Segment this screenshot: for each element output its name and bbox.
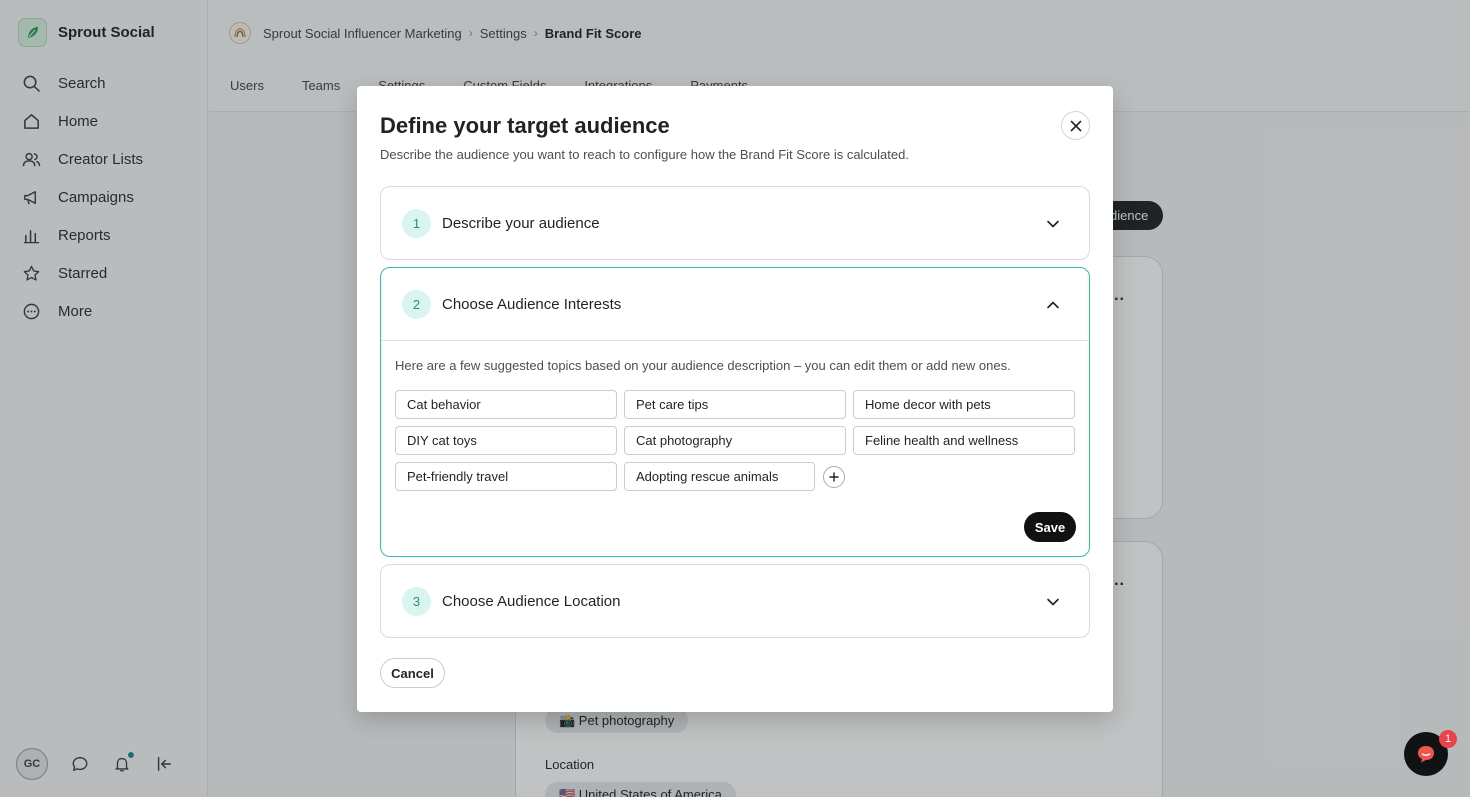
step-header[interactable]: 1 Describe your audience	[381, 187, 1089, 260]
target-audience-modal: Define your target audience Describe the…	[357, 86, 1113, 712]
interest-input[interactable]	[395, 390, 617, 419]
divider	[381, 340, 1089, 341]
cancel-button[interactable]: Cancel	[380, 658, 445, 688]
step-number: 1	[402, 209, 431, 238]
modal-title: Define your target audience	[380, 113, 670, 138]
interest-input[interactable]	[395, 462, 617, 491]
chevron-down-icon	[1047, 598, 1059, 606]
step-number: 2	[402, 290, 431, 319]
interests-hint: Here are a few suggested topics based on…	[395, 358, 1011, 373]
chevron-up-icon	[1047, 301, 1059, 309]
plus-icon	[829, 472, 839, 482]
step-describe-audience: 1 Describe your audience	[380, 186, 1090, 260]
interest-input[interactable]	[395, 426, 617, 455]
step-title: Choose Audience Location	[442, 593, 621, 610]
interest-input[interactable]	[853, 390, 1075, 419]
interest-input[interactable]	[624, 390, 846, 419]
chat-bubble-icon	[1418, 746, 1434, 763]
step-number: 3	[402, 587, 431, 616]
interest-input[interactable]	[624, 462, 815, 491]
chevron-down-icon	[1047, 220, 1059, 228]
step-header[interactable]: 3 Choose Audience Location	[381, 565, 1089, 638]
interest-input[interactable]	[624, 426, 846, 455]
add-interest-button[interactable]	[823, 466, 845, 488]
interest-input[interactable]	[853, 426, 1075, 455]
modal-subtitle: Describe the audience you want to reach …	[380, 147, 909, 162]
step-audience-interests: 2 Choose Audience Interests Here are a f…	[380, 267, 1090, 557]
chat-unread-badge: 1	[1439, 730, 1457, 748]
step-title: Choose Audience Interests	[442, 296, 622, 313]
step-header[interactable]: 2 Choose Audience Interests	[381, 268, 1089, 341]
close-icon	[1070, 120, 1081, 131]
save-button[interactable]: Save	[1024, 512, 1076, 542]
step-title: Describe your audience	[442, 215, 600, 232]
close-button[interactable]	[1061, 111, 1090, 140]
step-audience-location: 3 Choose Audience Location	[380, 564, 1090, 638]
